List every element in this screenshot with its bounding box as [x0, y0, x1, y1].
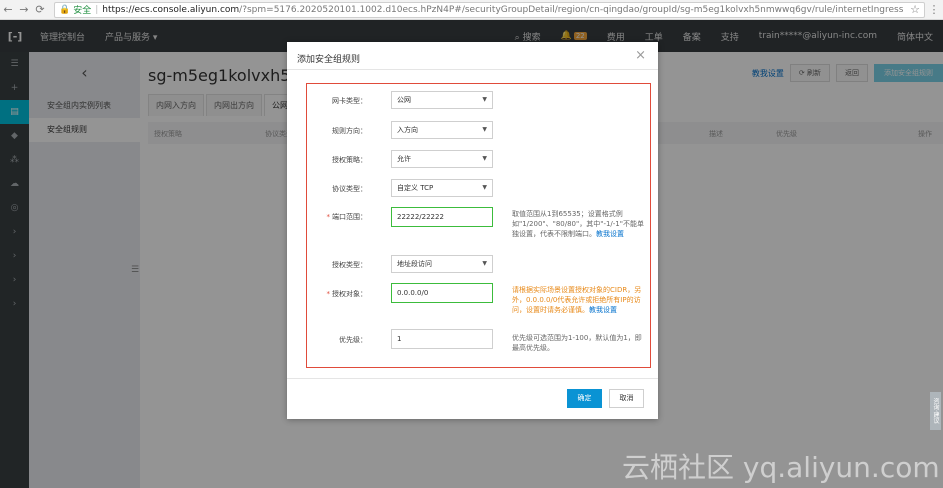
feedback-tab[interactable]: 咨询·建议	[930, 392, 941, 430]
caret-down-icon: ▼	[482, 126, 487, 133]
priority-input[interactable]: 1	[391, 329, 493, 349]
reload-icon[interactable]: ⟳	[32, 0, 48, 20]
caret-down-icon: ▼	[482, 260, 487, 267]
direction-label: 规则方向：	[332, 127, 367, 135]
cancel-button[interactable]: 取消	[609, 389, 644, 408]
browser-menu-icon[interactable]: ⋮	[925, 3, 943, 16]
policy-select[interactable]: 允许 ▼	[391, 150, 493, 168]
caret-down-icon: ▼	[482, 155, 487, 162]
caret-down-icon: ▼	[482, 96, 487, 103]
browser-toolbar: ← → ⟳ 🔒 安全 | https://ecs.console.aliyun.…	[0, 0, 943, 20]
back-arrow-icon[interactable]: ←	[0, 0, 16, 20]
teach-link[interactable]: 教我设置	[596, 230, 624, 238]
protocol-label: 协议类型：	[332, 185, 367, 193]
auth-object-input[interactable]: 0.0.0.0/0	[391, 283, 493, 303]
url-host: https://ecs.console.aliyun.com	[102, 4, 240, 15]
auth-type-label: 授权类型：	[332, 261, 367, 269]
protocol-select[interactable]: 自定义 TCP ▼	[391, 179, 493, 197]
teach-link[interactable]: 教我设置	[589, 306, 617, 314]
confirm-button[interactable]: 确定	[567, 389, 602, 408]
nic-type-label: 网卡类型：	[332, 97, 367, 105]
close-icon[interactable]: ×	[635, 48, 646, 63]
priority-hint: 优先级可选范围为1-100，默认值为1，即最高优先级。	[512, 334, 642, 352]
lock-icon: 🔒	[59, 4, 71, 15]
dialog-title: 添加安全组规则	[297, 55, 361, 65]
auth-type-select[interactable]: 地址段访问 ▼	[391, 255, 493, 273]
auth-object-label: * 授权对象：	[326, 290, 368, 298]
nic-type-select[interactable]: 公网 ▼	[391, 91, 493, 109]
port-hint: 取值范围从1到65535；设置格式例如"1/200"、"80/80"，其中"-1…	[512, 210, 644, 238]
caret-down-icon: ▼	[482, 184, 487, 191]
secure-label: 安全	[73, 6, 92, 16]
url-path: /?spm=5176.2020520101.1002.d10ecs.hPzN4P…	[239, 4, 904, 15]
priority-label: 优先级：	[339, 336, 367, 344]
direction-select[interactable]: 入方向 ▼	[391, 121, 493, 139]
port-range-input[interactable]: 22222/22222	[391, 207, 493, 227]
forward-arrow-icon[interactable]: →	[16, 0, 32, 20]
address-bar[interactable]: 🔒 安全 | https://ecs.console.aliyun.com/?s…	[54, 1, 925, 18]
bookmark-star-icon[interactable]: ☆	[910, 3, 920, 16]
watermark: 云栖社区 yq.aliyun.com	[622, 451, 940, 484]
add-rule-dialog: 添加安全组规则 × 网卡类型： 公网 ▼ 规则方向： 入方向 ▼ 授权策略： 允许 ▼…	[287, 42, 658, 419]
policy-label: 授权策略：	[332, 156, 367, 164]
auth-hint: 请根据实际场景设置授权对象的CIDR，另外，0.0.0.0/0代表允许或拒绝所有…	[512, 286, 642, 314]
port-label: * 端口范围：	[326, 213, 368, 221]
